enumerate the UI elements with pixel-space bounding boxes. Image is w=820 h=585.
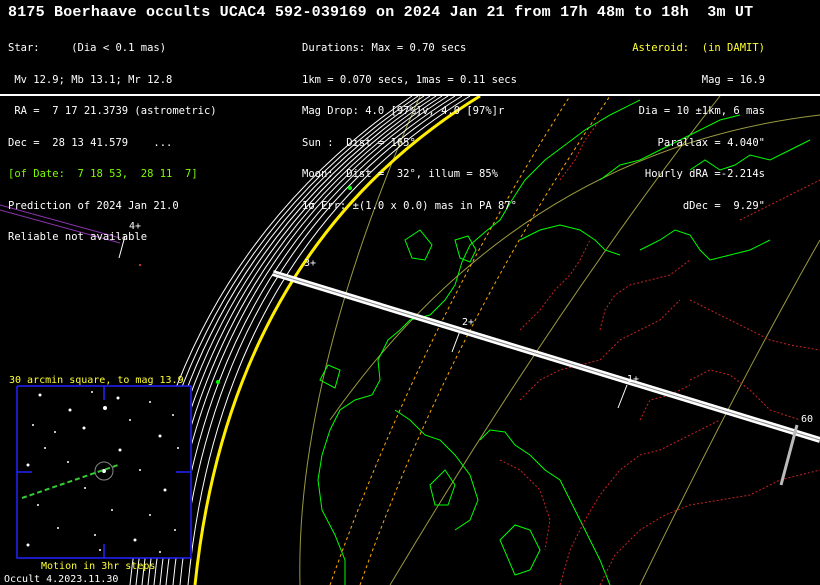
star-line: Star: (Dia < 0.1 mas) [8, 42, 167, 54]
star-line: Dec = 28 13 41.579 ... [8, 136, 173, 149]
time-marker-2: 2+ [462, 317, 475, 328]
event-line: Durations: Max = 0.70 secs [302, 42, 467, 54]
version-label: Occult 4.2023.11.30 [4, 574, 119, 585]
star-line: RA = 7 17 21.3739 (astrometric) [8, 105, 217, 117]
page-title: 8175 Boerhaave occults UCAC4 592-039169 … [8, 4, 754, 21]
central-path [272, 270, 820, 443]
asteroid-info: Asteroid: (in DAMIT) Mag = 16.9 Dia = 10… [570, 22, 765, 222]
finder-chart [0, 385, 192, 559]
asteroid-line: Mag = 16.9 [701, 73, 765, 86]
star-line: Reliable not available [8, 231, 148, 243]
event-line: Mag Drop: 4.0 [97%]v, 4.0 [97%]r [302, 105, 505, 117]
header-divider [0, 94, 820, 96]
star-line: Mv 12.9; Mb 13.1; Mr 12.8 [8, 73, 173, 86]
asteroid-line: dDec = 9.29" [682, 199, 765, 212]
finder-title: 30 arcmin square, to mag 13.9 [9, 375, 184, 386]
time-marker-4: 4+ [129, 221, 142, 232]
star-line: Prediction of 2024 Jan 21.0 [8, 199, 179, 212]
event-info: Durations: Max = 0.70 secs 1km = 0.070 s… [302, 22, 517, 222]
finder-caption: Motion in 3hr steps [41, 561, 156, 572]
event-line: 1km = 0.070 secs, 1mas = 0.11 secs [302, 73, 517, 86]
asteroid-line: Parallax = 4.040" [657, 136, 765, 149]
star-line-of-date: [of Date: 7 18 53, 28 11 7] [8, 168, 198, 180]
event-line: Moon: Dist = 32°, illum = 85% [302, 168, 498, 180]
asteroid-line: Dia = 10 ±1km, 6 mas [638, 105, 765, 117]
star-info: Star: (Dia < 0.1 mas) Mv 12.9; Mb 13.1; … [8, 22, 217, 253]
event-line: Sun : Dist = 165° [302, 136, 416, 149]
asteroid-heading: Asteroid: (in DAMIT) [632, 42, 765, 54]
time-marker-3: 3+ [304, 258, 317, 269]
marker-dot [216, 380, 220, 384]
time-marker-1: 1+ [627, 374, 640, 385]
marker-dot [139, 264, 141, 266]
edge-label: 60 [801, 414, 814, 425]
asteroid-line: Hourly dRA =-2.214s [644, 168, 765, 180]
event-line: 1σ Err: ±(1.0 x 0.0) mas in PA 87° [302, 199, 517, 212]
